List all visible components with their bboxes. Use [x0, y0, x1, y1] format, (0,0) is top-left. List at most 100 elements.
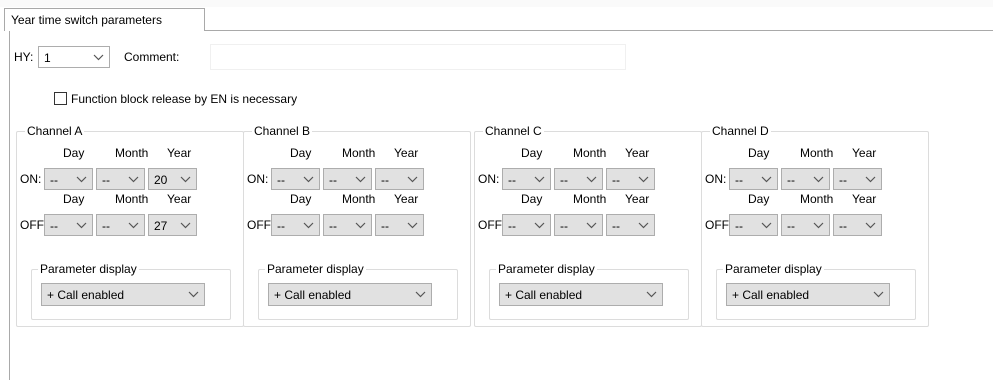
channel-d-on-year-header: Year — [852, 146, 877, 160]
channel-b-off-year-select[interactable]: -- — [375, 214, 424, 236]
channel-c-off-day-select[interactable]: -- — [502, 214, 551, 236]
channel-c-on-month-header: Month — [573, 146, 607, 160]
channel-c-off-month-select[interactable]: -- — [554, 214, 603, 236]
channel-a-on-month-header: Month — [115, 146, 149, 160]
channel-a-on-month-select[interactable]: -- — [96, 168, 145, 190]
channel-d-on-day-value: -- — [735, 173, 743, 187]
channel-a-on-year-select[interactable]: 20 — [148, 168, 197, 190]
chevron-down-icon — [76, 176, 87, 183]
top-strip — [0, 0, 993, 7]
channel-a-parameter-display-label: Parameter display — [38, 262, 139, 276]
channel-c-on-year-header: Year — [625, 146, 650, 160]
channel-c-off-year-header: Year — [625, 192, 650, 206]
hy-value: 1 — [44, 51, 51, 65]
channel-b-off-year-value: -- — [381, 219, 389, 233]
channel-c-on-year-select[interactable]: -- — [606, 168, 655, 190]
channel-d-on-day-select[interactable]: -- — [729, 168, 778, 190]
channel-d-off-month-header: Month — [800, 192, 834, 206]
chevron-down-icon — [534, 222, 545, 229]
channel-b-off-month-value: -- — [329, 219, 337, 233]
chevron-down-icon — [813, 176, 824, 183]
channel-b-off-month-header: Month — [342, 192, 376, 206]
chevron-down-icon — [761, 222, 772, 229]
comment-input[interactable] — [210, 44, 626, 70]
channel-d-on-month-select[interactable]: -- — [781, 168, 830, 190]
channel-a-on-year-header: Year — [167, 146, 192, 160]
channel-a-parameter-display-value: + Call enabled — [47, 288, 125, 302]
chevron-down-icon — [128, 176, 139, 183]
channel-c-on-month-select[interactable]: -- — [554, 168, 603, 190]
chevron-down-icon — [303, 176, 314, 183]
channel-b-on-month-value: -- — [329, 173, 337, 187]
channel-a-off-month-select[interactable]: -- — [96, 214, 145, 236]
channel-b-parameter-display-select[interactable]: + Call enabled — [268, 283, 432, 306]
channel-b-on-month-header: Month — [342, 146, 376, 160]
channel-d-off-day-value: -- — [735, 219, 743, 233]
chevron-down-icon — [355, 176, 366, 183]
tab-year-time-switch-parameters[interactable]: Year time switch parameters — [4, 8, 205, 31]
channel-d-parameter-display-select[interactable]: + Call enabled — [726, 283, 890, 306]
chevron-down-icon — [534, 176, 545, 183]
channel-a-off-month-header: Month — [115, 192, 149, 206]
chevron-down-icon — [180, 176, 191, 183]
channel-a-off-year-header: Year — [167, 192, 192, 206]
chevron-down-icon — [93, 54, 104, 61]
channel-c-parameter-display-select[interactable]: + Call enabled — [499, 283, 663, 306]
channel-d-off-year-header: Year — [852, 192, 877, 206]
hy-label: HY: — [14, 50, 34, 64]
chevron-down-icon — [407, 176, 418, 183]
comment-label: Comment: — [124, 50, 180, 64]
channel-c-on-day-value: -- — [508, 173, 516, 187]
channel-b-off-day-select[interactable]: -- — [271, 214, 320, 236]
channel-d-on-label: ON: — [705, 172, 727, 186]
channel-c-parameter-display-label: Parameter display — [496, 262, 597, 276]
channel-d-on-year-value: -- — [839, 173, 847, 187]
channel-c-on-day-select[interactable]: -- — [502, 168, 551, 190]
channel-d-off-day-select[interactable]: -- — [729, 214, 778, 236]
channel-c-on-label: ON: — [478, 172, 500, 186]
channel-d-off-month-value: -- — [787, 219, 795, 233]
channel-d-group: Channel D Day Month Year ON: -- -- -- Day Month Ye… — [701, 124, 929, 327]
channel-b-on-year-select[interactable]: -- — [375, 168, 424, 190]
channel-d-title: Channel D — [710, 124, 771, 138]
chevron-down-icon — [415, 291, 426, 298]
chevron-down-icon — [761, 176, 772, 183]
channel-d-parameter-display-group: Parameter display + Call enabled — [716, 262, 916, 320]
channel-a-parameter-display-select[interactable]: + Call enabled — [41, 283, 205, 306]
channel-b-on-day-value: -- — [277, 173, 285, 187]
channel-a-off-month-value: -- — [102, 219, 110, 233]
channel-b-off-day-value: -- — [277, 219, 285, 233]
chevron-down-icon — [638, 222, 649, 229]
channel-a-off-day-select[interactable]: -- — [44, 214, 93, 236]
chevron-down-icon — [865, 222, 876, 229]
channel-c-group: Channel C Day Month Year ON: -- -- -- Day Month Ye… — [474, 124, 702, 327]
channel-c-off-year-select[interactable]: -- — [606, 214, 655, 236]
channel-b-off-month-select[interactable]: -- — [323, 214, 372, 236]
chevron-down-icon — [355, 222, 366, 229]
channel-b-on-year-header: Year — [394, 146, 419, 160]
channel-c-on-year-value: -- — [612, 173, 620, 187]
channel-b-on-month-select[interactable]: -- — [323, 168, 372, 190]
channel-a-on-day-value: -- — [50, 173, 58, 187]
channel-a-on-day-select[interactable]: -- — [44, 168, 93, 190]
channel-d-on-day-header: Day — [748, 146, 770, 160]
chevron-down-icon — [865, 176, 876, 183]
hy-select[interactable]: 1 — [38, 46, 110, 68]
channel-a-off-year-select[interactable]: 27 — [148, 214, 197, 236]
channel-d-on-year-select[interactable]: -- — [833, 168, 882, 190]
channel-a-parameter-display-group: Parameter display + Call enabled — [31, 262, 231, 320]
chevron-down-icon — [188, 291, 199, 298]
channel-a-group: Channel A Day Month Year ON: -- -- 20 Day Month Ye… — [16, 124, 244, 327]
channel-b-group: Channel B Day Month Year ON: -- -- -- Day Month Ye… — [243, 124, 471, 327]
channel-d-on-month-header: Month — [800, 146, 834, 160]
channel-b-on-day-select[interactable]: -- — [271, 168, 320, 190]
channel-a-on-day-header: Day — [63, 146, 85, 160]
channel-d-off-month-select[interactable]: -- — [781, 214, 830, 236]
channel-a-off-day-value: -- — [50, 219, 58, 233]
channel-d-on-month-value: -- — [787, 173, 795, 187]
function-block-release-checkbox[interactable] — [54, 92, 67, 105]
channel-d-off-year-select[interactable]: -- — [833, 214, 882, 236]
chevron-down-icon — [407, 222, 418, 229]
channel-c-on-day-header: Day — [521, 146, 543, 160]
channel-b-parameter-display-label: Parameter display — [265, 262, 366, 276]
